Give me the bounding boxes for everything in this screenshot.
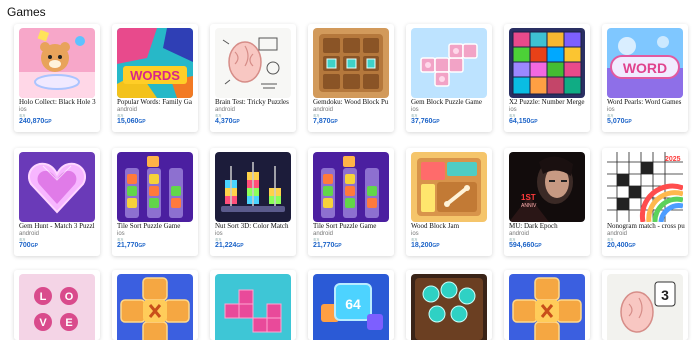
game-card[interactable]: 3 — [602, 270, 688, 340]
game-title: Tile Sort Puzzle Game — [117, 222, 181, 230]
game-card[interactable]: Holo Collect: Black Hole 3 ios 최저 240,87… — [14, 24, 100, 132]
game-card[interactable]: Tile Sort Puzzle Game ios 최저 21,770GP — [112, 148, 198, 256]
game-title: Holo Collect: Black Hole 3 — [19, 98, 96, 106]
price: 21,770GP — [117, 242, 146, 249]
price: 37,760GP — [411, 118, 440, 125]
number-64-text: 64 — [345, 296, 361, 312]
platform-label: ios — [411, 107, 419, 113]
platform-label: android — [215, 107, 236, 113]
game-card[interactable]: WORDS Popular Words: Family Ga android 최… — [112, 24, 198, 132]
pink-blocks-icon — [215, 274, 291, 340]
nonogram-rainbow-icon: 2025 — [607, 152, 683, 222]
game-card[interactable]: Tile Sort Puzzle Game android 최저 21,770G… — [308, 148, 394, 256]
word-pearls-icon: WORD — [607, 28, 683, 98]
price: 700GP — [19, 242, 38, 249]
first-anniv-text: 1ST — [521, 193, 536, 202]
platform-label: android — [509, 231, 530, 237]
year-badge: 2025 — [665, 156, 681, 163]
platform-label: android — [117, 107, 138, 113]
game-card[interactable] — [504, 270, 590, 340]
letter-tile: O — [65, 291, 74, 303]
platform-label: ios — [509, 107, 517, 113]
game-title: Gemdoku: Wood Block Pu — [313, 98, 389, 106]
game-card[interactable]: Gem Hunt - Match 3 Puzzl android 최저 700G… — [14, 148, 100, 256]
game-title: Tile Sort Puzzle Game — [313, 222, 377, 230]
words-overlay: WORDS — [130, 68, 180, 83]
game-title: Word Pearls: Word Games — [607, 98, 682, 106]
game-card[interactable] — [210, 270, 296, 340]
letter-tile: E — [65, 317, 72, 329]
game-title: MU: Dark Epoch — [509, 222, 558, 230]
price: 4,370GP — [215, 118, 240, 125]
word-overlay: WORD — [623, 60, 667, 76]
brain-number-icon: 3 — [607, 274, 683, 340]
brain-doodle-icon — [215, 28, 291, 98]
price: 240,870GP — [19, 118, 52, 125]
price: 5,070GP — [607, 118, 632, 125]
platform-label: android — [19, 231, 40, 237]
platform-label: android — [607, 231, 628, 237]
game-card[interactable]: WORD Word Pearls: Word Games ios 최저 5,07… — [602, 24, 688, 132]
nut-sort-icon — [215, 152, 291, 222]
hamster-hole-game-icon — [19, 28, 95, 98]
game-card[interactable] — [406, 270, 492, 340]
game-card[interactable]: 1ST ANNIV MU: Dark Epoch android 최저 594,… — [504, 148, 590, 256]
game-card[interactable]: Gemdoku: Wood Block Pu android 최저 7,870G… — [308, 24, 394, 132]
price: 21,770GP — [313, 242, 342, 249]
game-card[interactable]: 2025 Nonogram match - cross pu android 최… — [602, 148, 688, 256]
number-3-text: 3 — [661, 287, 669, 303]
platform-label: android — [313, 231, 334, 237]
game-card[interactable]: Wood Block Jam ios 최저 18,200GP — [406, 148, 492, 256]
dark-epoch-icon: 1ST ANNIV — [509, 152, 585, 222]
price: 594,660GP — [509, 242, 542, 249]
cross-tiles-icon — [509, 274, 585, 340]
wood-gem-grid-icon — [313, 28, 389, 98]
game-title: Popular Words: Family Ga — [117, 98, 192, 106]
number-merge-icon — [509, 28, 585, 98]
cross-tiles-icon — [117, 274, 193, 340]
game-title: Nut Sort 3D: Color Match — [215, 222, 289, 230]
game-card[interactable]: L O V E — [14, 270, 100, 340]
tile-sort-tubes-icon — [117, 152, 193, 222]
platform-label: ios — [607, 107, 615, 113]
game-title: Nonogram match - cross pu — [607, 222, 685, 230]
letter-tile: V — [39, 317, 47, 329]
game-grid: Holo Collect: Black Hole 3 ios 최저 240,87… — [0, 0, 698, 340]
price: 15,060GP — [117, 118, 146, 125]
game-card[interactable]: Gem Block Puzzle Game ios 최저 37,760GP — [406, 24, 492, 132]
price: 20,400GP — [607, 242, 636, 249]
game-title: Gem Hunt - Match 3 Puzzl — [19, 222, 95, 230]
wood-block-jam-icon — [411, 152, 487, 222]
platform-label: ios — [411, 231, 419, 237]
game-title: Brain Test: Tricky Puzzles — [215, 98, 289, 106]
platform-label: ios — [215, 231, 223, 237]
price: 7,870GP — [313, 118, 338, 125]
teal-gems-icon — [411, 274, 487, 340]
game-card[interactable]: Brain Test: Tricky Puzzles android 최저 4,… — [210, 24, 296, 132]
game-card[interactable]: Nut Sort 3D: Color Match ios 최저 21,224GP — [210, 148, 296, 256]
number-64-icon: 64 — [313, 274, 389, 340]
price: 21,224GP — [215, 242, 244, 249]
game-title: Gem Block Puzzle Game — [411, 98, 482, 106]
game-card[interactable]: X2 Puzzle: Number Merge ios 최저 64,150GP — [504, 24, 590, 132]
game-title: Wood Block Jam — [411, 222, 460, 230]
platform-label: ios — [19, 107, 27, 113]
words-puzzle-icon: WORDS — [117, 28, 193, 98]
price: 64,150GP — [509, 118, 538, 125]
price: 18,200GP — [411, 242, 440, 249]
platform-label: android — [313, 107, 334, 113]
game-card[interactable] — [112, 270, 198, 340]
love-letters-icon: L O V E — [19, 274, 95, 340]
tile-sort-tubes-icon — [313, 152, 389, 222]
letter-tile: L — [40, 291, 47, 303]
gem-block-icon — [411, 28, 487, 98]
platform-label: ios — [117, 231, 125, 237]
game-title: X2 Puzzle: Number Merge — [509, 98, 585, 106]
heart-gem-icon — [19, 152, 95, 222]
game-card[interactable]: 64 — [308, 270, 394, 340]
anniv-text: ANNIV — [521, 203, 537, 209]
